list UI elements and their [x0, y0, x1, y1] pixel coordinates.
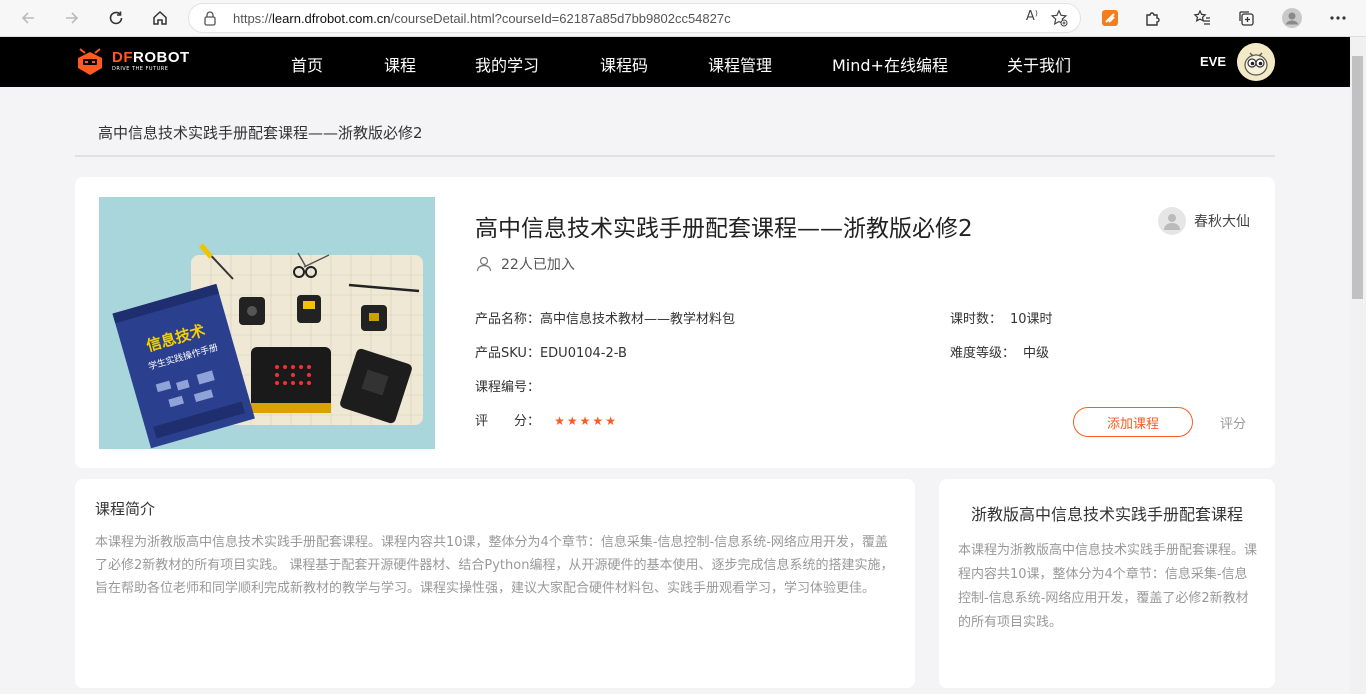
product-name-row: 产品名称：高中信息技术教材——教学材料包: [475, 308, 735, 327]
browser-toolbar: https://learn.dfrobot.com.cn/courseDetai…: [0, 0, 1366, 37]
level-row: 难度等级： 中级: [950, 342, 1049, 361]
course-title: 高中信息技术实践手册配套课程——浙教版必修2: [475, 216, 973, 242]
extensions-puzzle-icon[interactable]: [1141, 6, 1165, 30]
breadcrumb: 高中信息技术实践手册配套课程——浙教版必修2: [98, 124, 423, 142]
rating-row: 评 分： ★★★★★: [475, 410, 618, 429]
related-course-card[interactable]: 浙教版高中信息技术实践手册配套课程 本课程为浙教版高中信息技术实践手册配套课程。…: [939, 479, 1275, 688]
back-icon[interactable]: [14, 4, 42, 32]
url-text: https://learn.dfrobot.com.cn/courseDetai…: [233, 11, 731, 26]
course-intro-card: 课程简介 本课程为浙教版高中信息技术实践手册配套课程。课程内容共10课，整体分为…: [75, 479, 915, 688]
sku-value: EDU0104-2-B: [539, 346, 627, 361]
related-course-text: 本课程为浙教版高中信息技术实践手册配套课程。课程内容共10课，整体分为4个章节：…: [958, 543, 1258, 630]
joined-count: 22人已加入: [475, 254, 575, 274]
lessons-row: 课时数： 10课时: [950, 308, 1053, 327]
level-label: 难度等级：: [950, 346, 1016, 361]
course-code-label: 课程编号：: [475, 380, 541, 395]
rating-label: 评 分：: [475, 414, 541, 429]
course-code-row: 课程编号：: [475, 376, 540, 395]
lock-icon: [203, 10, 217, 30]
read-aloud-icon[interactable]: A⁾: [1026, 9, 1038, 24]
user-icon: [476, 256, 492, 272]
more-menu-icon[interactable]: [1326, 6, 1350, 30]
scrollbar-thumb[interactable]: [1352, 56, 1363, 299]
rate-link[interactable]: 评分: [1220, 413, 1246, 432]
nav-course-code[interactable]: 课程码: [600, 52, 648, 76]
product-name-label: 产品名称：: [475, 312, 541, 327]
user-name[interactable]: EVE: [1200, 54, 1226, 69]
add-course-button[interactable]: 添加课程: [1073, 407, 1193, 437]
intro-text: 本课程为浙教版高中信息技术实践手册配套课程。课程内容共10课，整体分为4个章节：…: [95, 535, 894, 596]
nav-home[interactable]: 首页: [291, 52, 323, 76]
nav-mind-plus[interactable]: Mind+在线编程: [832, 52, 948, 76]
nav-about-us[interactable]: 关于我们: [1007, 52, 1071, 76]
home-icon[interactable]: [146, 4, 174, 32]
dfrobot-logo[interactable]: DFROBOT DRIVE THE FUTURE: [74, 46, 190, 76]
rating-stars: ★★★★★: [554, 414, 618, 428]
nav-course-management[interactable]: 课程管理: [708, 52, 772, 76]
nav-my-learning[interactable]: 我的学习: [475, 52, 539, 76]
forward-icon[interactable]: [58, 4, 86, 32]
author-name: 春秋大仙: [1194, 214, 1250, 230]
product-name-value: 高中信息技术教材——教学材料包: [540, 312, 736, 327]
sku-label: 产品SKU：: [475, 346, 540, 361]
lessons-label: 课时数：: [950, 312, 1003, 327]
nav-courses[interactable]: 课程: [384, 52, 416, 76]
level-value: 中级: [1023, 346, 1050, 361]
related-course-title[interactable]: 浙教版高中信息技术实践手册配套课程: [939, 501, 1275, 525]
course-author[interactable]: 春秋大仙: [1158, 207, 1250, 235]
favorites-icon[interactable]: [1190, 6, 1214, 30]
divider: [75, 155, 1275, 157]
address-bar[interactable]: https://learn.dfrobot.com.cn/courseDetai…: [188, 3, 1081, 33]
author-avatar-icon: [1158, 207, 1186, 235]
intro-title: 课程简介: [95, 500, 156, 518]
joined-count-text: 22人已加入: [501, 257, 575, 273]
profile-icon[interactable]: [1280, 6, 1304, 30]
user-avatar[interactable]: [1237, 43, 1275, 81]
extension-icon[interactable]: [1098, 6, 1122, 30]
site-header: DFROBOT DRIVE THE FUTURE 首页 课程 我的学习 课程码 …: [0, 37, 1350, 87]
sku-row: 产品SKU：EDU0104-2-B: [475, 342, 627, 361]
course-info-card: 信息技术 学生实践操作手册 高中信息技术实践手册配套课程——浙教版必修2 22人…: [75, 177, 1275, 468]
robot-logo-icon: [78, 48, 102, 75]
refresh-icon[interactable]: [102, 4, 130, 32]
course-thumbnail[interactable]: 信息技术 学生实践操作手册: [99, 197, 435, 449]
favorite-add-icon[interactable]: [1050, 9, 1068, 31]
lessons-value: 10课时: [1010, 312, 1053, 327]
collections-icon[interactable]: [1234, 6, 1258, 30]
